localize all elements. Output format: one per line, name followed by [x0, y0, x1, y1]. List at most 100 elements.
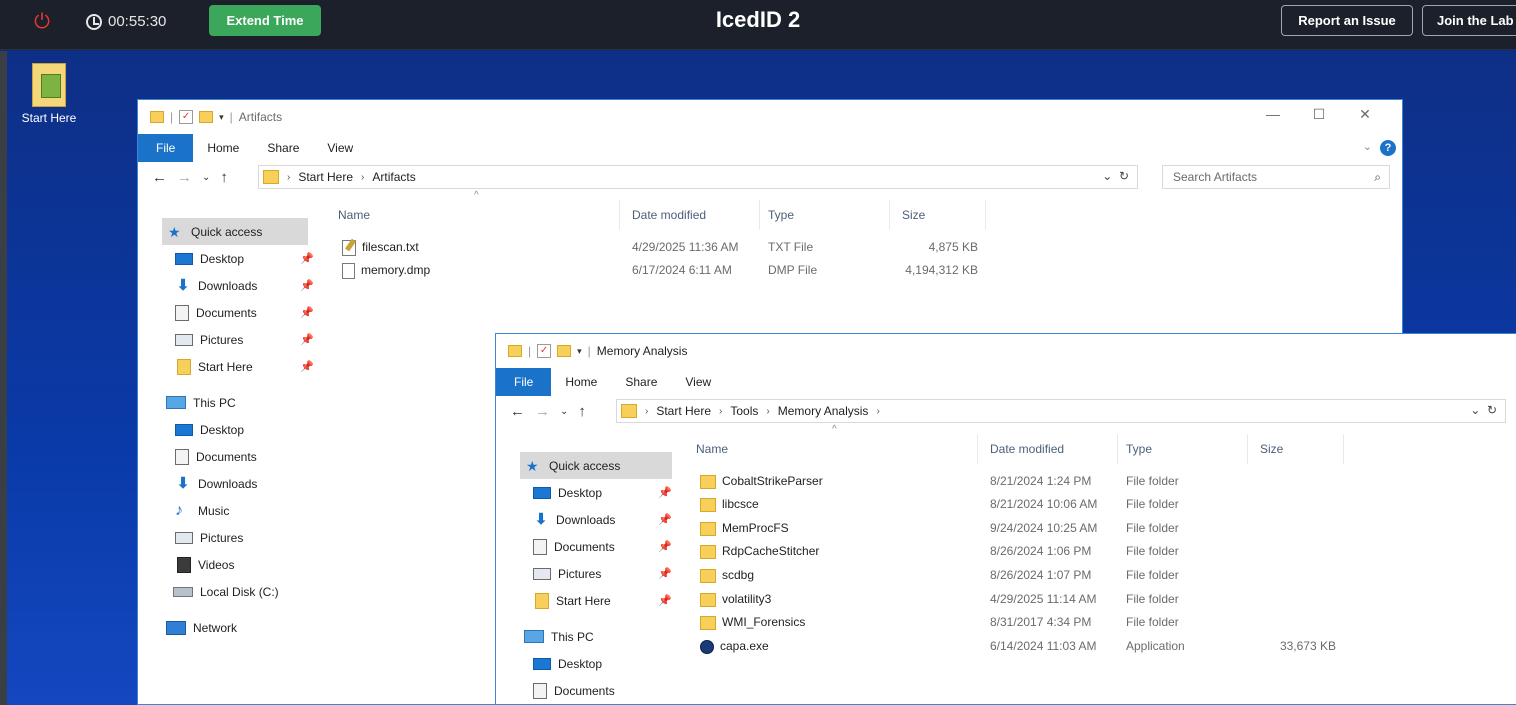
- nav-quick-access[interactable]: ★ Quick access: [162, 218, 308, 245]
- column-size[interactable]: Size: [902, 200, 986, 230]
- nav-qa-desktop[interactable]: Desktop: [175, 245, 244, 272]
- table-row[interactable]: capa.exe 6/14/2024 11:03 AM Application …: [696, 635, 1356, 658]
- nav-qa-start-here[interactable]: Start Here: [177, 353, 253, 380]
- nav-pc-downloads[interactable]: ⬇ Downloads: [175, 470, 258, 497]
- tab-home[interactable]: Home: [551, 368, 611, 396]
- table-row[interactable]: libcsce 8/21/2024 10:06 AM File folder: [696, 493, 1356, 516]
- file-name: MemProcFS: [722, 521, 789, 535]
- ribbon-tabs: File Home Share View: [496, 368, 1516, 396]
- address-bar[interactable]: › Start Here › Artifacts ⌄ ↻: [258, 165, 1138, 189]
- breadcrumb-start-here[interactable]: Start Here: [298, 170, 353, 184]
- customize-qat-icon[interactable]: ▾: [577, 346, 582, 357]
- column-date-modified[interactable]: Date modified: [632, 200, 760, 230]
- table-row[interactable]: MemProcFS 9/24/2024 10:25 AM File folder: [696, 517, 1356, 540]
- nav-qa-pictures[interactable]: Pictures: [175, 326, 243, 353]
- up-icon[interactable]: ↑: [220, 169, 228, 186]
- report-issue-button[interactable]: Report an Issue: [1281, 5, 1413, 36]
- tab-view[interactable]: View: [671, 368, 725, 396]
- nav-qa-documents[interactable]: Documents: [175, 299, 257, 326]
- column-name[interactable]: Name: [338, 200, 620, 230]
- address-bar[interactable]: › Start Here › Tools › Memory Analysis ›…: [616, 399, 1506, 423]
- new-folder-icon[interactable]: [557, 345, 572, 357]
- column-size[interactable]: Size: [1260, 434, 1344, 464]
- pin-icon: 📌: [658, 514, 672, 526]
- search-placeholder: Search Artifacts: [1173, 170, 1258, 184]
- forward-icon[interactable]: →: [177, 169, 192, 186]
- back-icon[interactable]: ←: [510, 403, 525, 420]
- nav-qa-downloads[interactable]: ⬇ Downloads: [175, 272, 258, 299]
- nav-label: Documents: [554, 539, 615, 554]
- table-row[interactable]: CobaltStrikeParser 8/21/2024 1:24 PM Fil…: [696, 470, 1356, 493]
- nav-quick-access[interactable]: ★ Quick access: [520, 452, 672, 479]
- minimize-icon[interactable]: —: [1250, 106, 1296, 123]
- search-icon[interactable]: ⌕: [1374, 166, 1381, 188]
- nav-pc-documents[interactable]: Documents: [533, 677, 615, 704]
- nav-qa-start-here[interactable]: Start Here: [535, 587, 611, 614]
- chevron-right-icon: ›: [287, 171, 291, 183]
- search-input[interactable]: Search Artifacts ⌕: [1162, 165, 1390, 189]
- pictures-icon: [533, 567, 551, 580]
- maximize-icon[interactable]: ☐: [1296, 106, 1342, 123]
- breadcrumb-memory-analysis[interactable]: Memory Analysis: [778, 404, 869, 418]
- expand-ribbon-icon[interactable]: ⌄: [1363, 140, 1372, 153]
- file-name: RdpCacheStitcher: [722, 544, 820, 558]
- column-name[interactable]: Name: [696, 434, 978, 464]
- titlebar: | ✓ ▾ | Memory Analysis: [496, 334, 1516, 368]
- help-icon[interactable]: ?: [1380, 140, 1396, 156]
- tab-view[interactable]: View: [313, 134, 367, 162]
- nav-pc-pictures[interactable]: Pictures: [175, 524, 243, 551]
- up-icon[interactable]: ↑: [578, 403, 586, 420]
- nav-pc-music[interactable]: ♪ Music: [175, 497, 229, 524]
- table-row[interactable]: volatility3 4/29/2025 11:14 AM File fold…: [696, 588, 1356, 611]
- column-type[interactable]: Type: [1126, 434, 1248, 464]
- folder-icon: [150, 111, 164, 123]
- extend-time-button[interactable]: Extend Time: [209, 5, 321, 36]
- table-row[interactable]: filescan.txt 4/29/2025 11:36 AM TXT File…: [338, 236, 998, 259]
- nav-this-pc[interactable]: This PC: [166, 389, 236, 416]
- breadcrumb-tools[interactable]: Tools: [730, 404, 758, 418]
- table-row[interactable]: memory.dmp 6/17/2024 6:11 AM DMP File 4,…: [338, 259, 998, 282]
- file-date: 8/21/2024 10:06 AM: [990, 497, 1098, 511]
- tab-share[interactable]: Share: [253, 134, 313, 162]
- file-type: File folder: [1126, 615, 1179, 629]
- join-lab-button[interactable]: Join the Lab: [1422, 5, 1516, 36]
- customize-qat-icon[interactable]: ▾: [219, 112, 224, 123]
- power-icon[interactable]: ⏻: [30, 10, 54, 34]
- nav-label: Start Here: [556, 593, 611, 608]
- nav-qa-documents[interactable]: Documents: [533, 533, 615, 560]
- forward-icon[interactable]: →: [535, 403, 550, 420]
- recent-locations-icon[interactable]: ⌄: [560, 406, 568, 417]
- explorer-window-memory-analysis[interactable]: | ✓ ▾ | Memory Analysis File Home Share …: [495, 333, 1516, 705]
- nav-pc-documents[interactable]: Documents: [175, 443, 257, 470]
- properties-icon[interactable]: ✓: [537, 344, 552, 358]
- nav-qa-desktop[interactable]: Desktop: [533, 479, 602, 506]
- refresh-icon[interactable]: ⌄ ↻: [1470, 403, 1497, 417]
- new-folder-icon[interactable]: [199, 111, 214, 123]
- nav-pc-desktop[interactable]: Desktop: [533, 650, 602, 677]
- tab-share[interactable]: Share: [611, 368, 671, 396]
- nav-pc-local-disk[interactable]: Local Disk (C:): [173, 578, 279, 605]
- back-icon[interactable]: ←: [152, 169, 167, 186]
- tab-file[interactable]: File: [138, 134, 194, 162]
- breadcrumb-start-here[interactable]: Start Here: [656, 404, 711, 418]
- column-type[interactable]: Type: [768, 200, 890, 230]
- refresh-icon[interactable]: ⌄ ↻: [1102, 169, 1129, 183]
- desktop-shortcut-start-here[interactable]: Start Here: [16, 63, 82, 125]
- nav-qa-downloads[interactable]: ⬇ Downloads: [533, 506, 616, 533]
- breadcrumb-artifacts[interactable]: Artifacts: [372, 170, 415, 184]
- nav-pc-desktop[interactable]: Desktop: [175, 416, 244, 443]
- table-row[interactable]: scdbg 8/26/2024 1:07 PM File folder: [696, 564, 1356, 587]
- properties-icon[interactable]: ✓: [179, 110, 194, 124]
- nav-network[interactable]: Network: [166, 614, 237, 641]
- nav-qa-pictures[interactable]: Pictures: [533, 560, 601, 587]
- table-row[interactable]: RdpCacheStitcher 8/26/2024 1:06 PM File …: [696, 540, 1356, 563]
- table-row[interactable]: WMI_Forensics 8/31/2017 4:34 PM File fol…: [696, 611, 1356, 634]
- tab-home[interactable]: Home: [193, 134, 253, 162]
- tab-file[interactable]: File: [496, 368, 552, 396]
- recent-locations-icon[interactable]: ⌄: [202, 172, 210, 183]
- videos-icon: [177, 556, 191, 573]
- column-date-modified[interactable]: Date modified: [990, 434, 1118, 464]
- close-icon[interactable]: ✕: [1342, 106, 1388, 123]
- nav-pc-videos[interactable]: Videos: [177, 551, 234, 578]
- nav-this-pc[interactable]: This PC: [524, 623, 594, 650]
